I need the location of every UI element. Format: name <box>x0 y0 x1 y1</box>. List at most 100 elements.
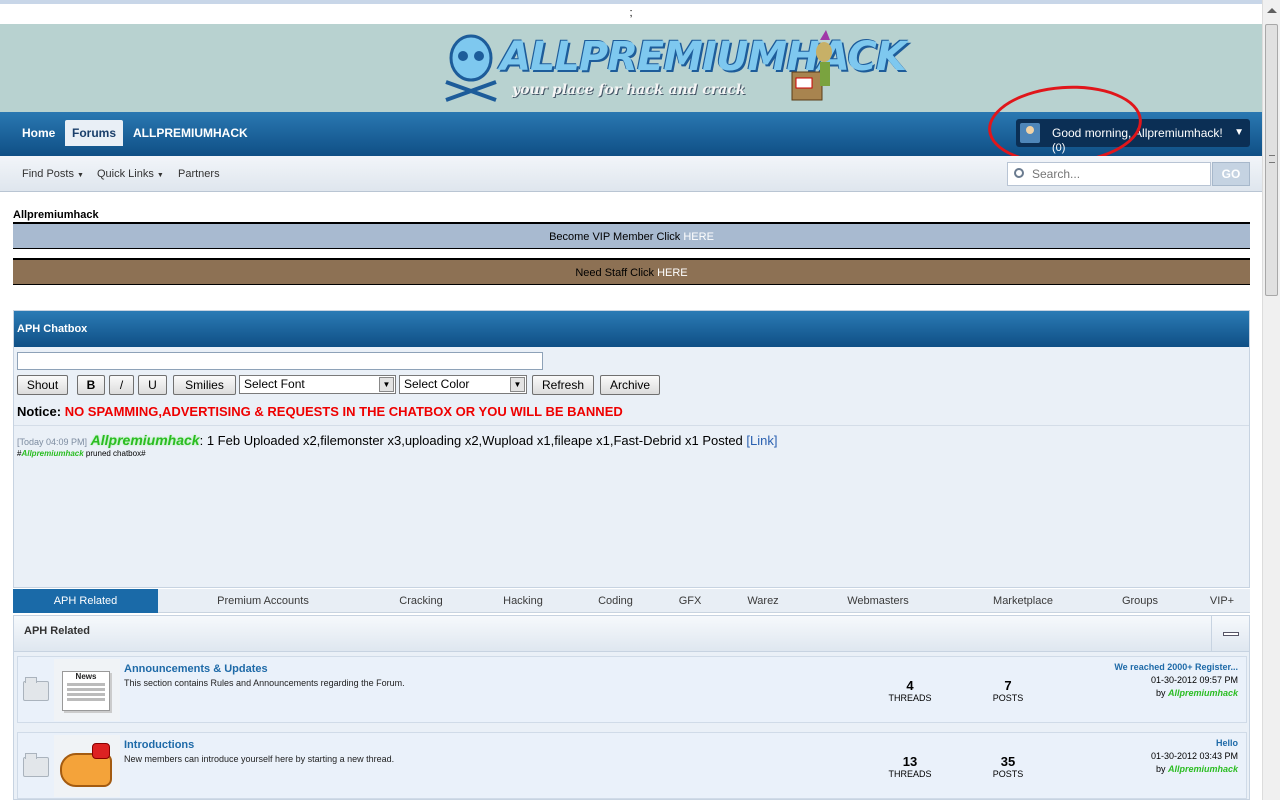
last-post-author: by Allpremiumhack <box>1018 688 1238 698</box>
last-post: Hello 01-30-2012 03:43 PM by Allpremiumh… <box>1018 738 1238 774</box>
last-post-username[interactable]: Allpremiumhack <box>1168 688 1238 698</box>
chat-pruned-message: #Allpremiumhack pruned chatbox# <box>17 449 146 458</box>
tab-coding[interactable]: Coding <box>588 589 643 613</box>
logo-title: ALLPREMIUMHACK <box>500 34 907 80</box>
nav-tab-allpremiumhack[interactable]: ALLPREMIUMHACK <box>126 120 255 146</box>
search-input[interactable] <box>1032 167 1202 181</box>
underline-button[interactable]: U <box>138 375 167 395</box>
smilies-button[interactable]: Smilies <box>173 375 236 395</box>
sub-navbar: Find Posts ▼ Quick Links ▼ Partners GO <box>0 156 1262 192</box>
partners-link[interactable]: Partners <box>178 168 220 180</box>
staff-banner: Need Staff Click HERE <box>13 258 1250 285</box>
chatbox: APH Chatbox Shout B / U Smilies Select F… <box>13 310 1250 588</box>
threads-label: THREADS <box>888 769 932 779</box>
notice-label: Notice <box>17 404 57 419</box>
forum-thumbnail <box>54 735 120 797</box>
tab-hacking[interactable]: Hacking <box>493 589 553 613</box>
font-select[interactable]: Select Font ▼ <box>239 375 396 394</box>
pirate-skull-icon <box>445 34 497 102</box>
by-label: by <box>1155 764 1168 774</box>
chevron-down-icon[interactable]: ▼ <box>1234 127 1244 138</box>
chatbox-divider <box>14 425 1249 426</box>
forum-description: New members can introduce yourself here … <box>124 754 395 764</box>
section-title: APH Related <box>14 616 1249 652</box>
category-tabs: APH Related Premium Accounts Cracking Ha… <box>13 589 1250 613</box>
forum-title[interactable]: Introductions <box>124 739 194 751</box>
chevron-down-icon: ▼ <box>510 377 525 392</box>
site-logo[interactable]: ALLPREMIUMHACK your place for hack and c… <box>440 28 907 108</box>
bold-button[interactable]: B <box>77 375 105 395</box>
chat-message: [Today 04:09 PM] Allpremiumhack: 1 Feb U… <box>17 432 777 448</box>
folder-icon <box>23 753 49 777</box>
archive-button[interactable]: Archive <box>600 375 660 395</box>
search-go-button[interactable]: GO <box>1212 162 1250 186</box>
tab-cracking[interactable]: Cracking <box>388 589 454 613</box>
thread-count: 4 THREADS <box>880 678 940 703</box>
scrollbar-thumb[interactable] <box>1265 24 1278 296</box>
vertical-scrollbar[interactable] <box>1262 0 1280 800</box>
pruned-username[interactable]: Allpremiumhack <box>21 449 83 458</box>
staff-banner-text: Need Staff Click <box>575 267 658 279</box>
top-strip-text: ; <box>629 7 633 19</box>
chatbox-title[interactable]: APH Chatbox <box>14 311 1249 347</box>
forum-row: News Announcements & Updates This sectio… <box>17 656 1247 723</box>
last-post-title[interactable]: Hello <box>1018 738 1238 748</box>
pruned-suffix: pruned chatbox# <box>83 449 146 458</box>
forum-name: Allpremiumhack <box>13 209 99 221</box>
tab-webmasters[interactable]: Webmasters <box>838 589 918 613</box>
tab-marketplace[interactable]: Marketplace <box>983 589 1063 613</box>
quick-links-label: Quick Links <box>97 168 154 180</box>
chat-username[interactable]: Allpremiumhack <box>91 432 200 448</box>
last-post-date: 01-30-2012 03:43 PM <box>1150 751 1238 761</box>
by-label: by <box>1155 688 1168 698</box>
forum-section: APH Related News Announcements & Updates… <box>13 615 1250 800</box>
newspaper-icon: News <box>62 671 110 711</box>
tab-warez[interactable]: Warez <box>737 589 789 613</box>
last-post: We reached 2000+ Register... 01-30-2012 … <box>1018 662 1238 698</box>
forum-title[interactable]: Announcements & Updates <box>124 663 268 675</box>
tab-groups[interactable]: Groups <box>1113 589 1167 613</box>
tab-gfx[interactable]: GFX <box>668 589 712 613</box>
last-post-title[interactable]: We reached 2000+ Register... <box>1018 662 1238 672</box>
minus-icon <box>1223 632 1239 636</box>
threads-label: THREADS <box>888 693 932 703</box>
font-select-value: Select Font <box>244 377 305 391</box>
chevron-down-icon: ▼ <box>379 377 394 392</box>
find-posts-label: Find Posts <box>22 168 74 180</box>
threads-number: 4 <box>906 678 914 693</box>
shout-button[interactable]: Shout <box>17 375 68 395</box>
tab-aph-related[interactable]: APH Related <box>13 589 158 613</box>
chevron-down-icon: ▼ <box>77 172 84 179</box>
threads-number: 13 <box>902 754 918 769</box>
forum-row: Introductions New members can introduce … <box>17 732 1247 799</box>
thread-count: 13 THREADS <box>880 754 940 779</box>
scroll-up-icon[interactable] <box>1267 8 1277 13</box>
search-box <box>1007 162 1211 186</box>
vip-banner-text: Become VIP Member Click <box>549 231 684 243</box>
find-posts-menu[interactable]: Find Posts ▼ <box>22 168 84 180</box>
italic-button[interactable]: / <box>109 375 134 395</box>
forum-thumbnail: News <box>54 659 120 721</box>
nav-tab-home[interactable]: Home <box>15 120 62 146</box>
logo-tagline: your place for hack and crack <box>512 82 746 98</box>
forum-description: This section contains Rules and Announce… <box>124 678 405 688</box>
chat-text: : 1 Feb Uploaded x2,filemonster x3,uploa… <box>199 433 747 448</box>
chat-message-input[interactable] <box>17 352 543 370</box>
tab-vip-plus[interactable]: VIP+ <box>1203 589 1241 613</box>
top-strip: ; <box>0 0 1262 24</box>
quick-links-menu[interactable]: Quick Links ▼ <box>97 168 164 180</box>
last-post-date: 01-30-2012 09:57 PM <box>1150 675 1238 685</box>
vip-here-link[interactable]: HERE <box>683 231 714 243</box>
refresh-button[interactable]: Refresh <box>532 375 594 395</box>
staff-here-link[interactable]: HERE <box>657 267 688 279</box>
chat-link[interactable]: [Link] <box>746 433 777 448</box>
notice-text: NO SPAMMING,ADVERTISING & REQUESTS IN TH… <box>64 404 623 419</box>
color-select[interactable]: Select Color ▼ <box>399 375 527 394</box>
search-icon <box>1014 168 1024 178</box>
folder-icon <box>23 677 49 701</box>
last-post-author: by Allpremiumhack <box>1018 764 1238 774</box>
collapse-button[interactable] <box>1211 616 1249 652</box>
nav-tab-forums[interactable]: Forums <box>65 120 124 146</box>
tab-premium-accounts[interactable]: Premium Accounts <box>203 589 323 613</box>
last-post-username[interactable]: Allpremiumhack <box>1168 764 1238 774</box>
